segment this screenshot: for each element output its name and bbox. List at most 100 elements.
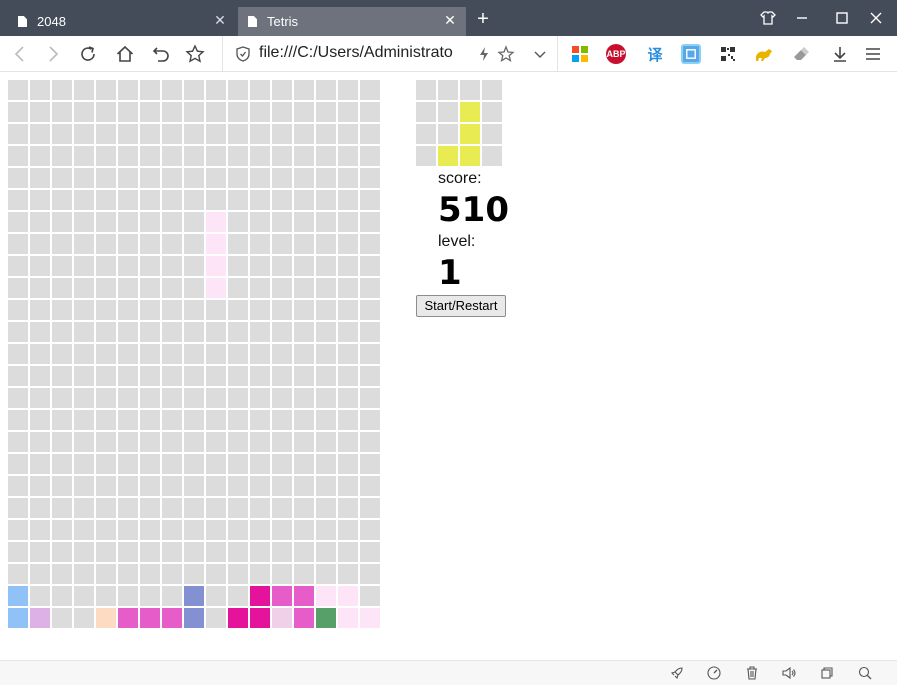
board-cell (206, 300, 226, 320)
board-cell (162, 476, 182, 496)
rocket-icon[interactable] (669, 665, 685, 681)
cheetah-icon[interactable] (754, 44, 774, 64)
board-cell (184, 168, 204, 188)
new-tab-button[interactable]: + (474, 9, 492, 29)
shield-icon[interactable] (233, 44, 253, 64)
board-cell (206, 80, 226, 100)
board-cell (74, 388, 94, 408)
board-cell (162, 102, 182, 122)
board-cell (316, 190, 336, 210)
next-piece-block (438, 146, 458, 166)
undo-close-icon[interactable] (151, 44, 171, 64)
qr-code-icon[interactable] (718, 44, 738, 64)
board-cell (184, 498, 204, 518)
minimize-icon[interactable] (792, 8, 812, 28)
board-cell (74, 256, 94, 276)
board-cell (206, 388, 226, 408)
board-cell (8, 124, 28, 144)
board-cell (250, 322, 270, 342)
favorite-star-icon[interactable] (185, 44, 205, 64)
board-cell (338, 146, 358, 166)
board-cell (316, 344, 336, 364)
lightning-icon[interactable] (474, 44, 494, 64)
board-cell (52, 322, 72, 342)
eraser-icon[interactable] (791, 44, 811, 64)
start-restart-button[interactable]: Start/Restart (416, 295, 506, 317)
board-cell (74, 344, 94, 364)
close-window-icon[interactable] (866, 8, 886, 28)
board-cell (360, 432, 380, 452)
status-bar (0, 660, 897, 685)
board-cell (74, 322, 94, 342)
tab-tetris[interactable]: Tetris ✕ (238, 7, 466, 36)
adblock-plus-icon[interactable]: ABP (606, 44, 626, 64)
chevron-down-icon[interactable] (530, 44, 550, 64)
address-bar[interactable]: file:///C:/Users/Administrato (222, 36, 558, 72)
board-cell (228, 278, 248, 298)
board-cell (294, 102, 314, 122)
board-cell (360, 388, 380, 408)
bookmark-star-icon[interactable] (496, 44, 516, 64)
reload-icon[interactable] (78, 44, 98, 64)
board-cell (228, 124, 248, 144)
window-restore-icon[interactable] (819, 665, 835, 681)
board-cell (52, 388, 72, 408)
board-cell (338, 278, 358, 298)
board-cell (162, 432, 182, 452)
board-cell (96, 146, 116, 166)
menu-icon[interactable] (863, 44, 883, 64)
close-tab-icon[interactable]: ✕ (444, 13, 456, 27)
home-icon[interactable] (115, 44, 135, 64)
board-cell (338, 124, 358, 144)
skin-shirt-icon[interactable] (758, 8, 778, 28)
board-cell (184, 542, 204, 562)
volume-icon[interactable] (781, 665, 797, 681)
trash-icon[interactable] (744, 665, 760, 681)
preview-cell (482, 124, 502, 144)
board-cell (162, 168, 182, 188)
board-cell (8, 80, 28, 100)
board-cell (30, 322, 50, 342)
score-label: score: (438, 170, 482, 187)
board-cell (272, 80, 292, 100)
board-cell (250, 388, 270, 408)
board-cell (30, 102, 50, 122)
board-cell (250, 190, 270, 210)
board-cell (96, 498, 116, 518)
board-cell (52, 542, 72, 562)
board-cell (228, 366, 248, 386)
board-cell (360, 520, 380, 540)
forward-icon[interactable] (43, 44, 63, 64)
board-cell (162, 410, 182, 430)
back-icon[interactable] (10, 44, 30, 64)
board-cell (74, 190, 94, 210)
board-cell (74, 564, 94, 584)
board-cell (184, 102, 204, 122)
board-cell (118, 322, 138, 342)
board-cell (184, 124, 204, 144)
board-cell (140, 234, 160, 254)
board-cell (184, 80, 204, 100)
download-icon[interactable] (830, 44, 850, 64)
board-cell (96, 278, 116, 298)
url-text[interactable]: file:///C:/Users/Administrato (259, 44, 467, 62)
preview-cell (416, 146, 436, 166)
board-cell (206, 498, 226, 518)
close-tab-icon[interactable]: ✕ (214, 13, 226, 27)
maximize-icon[interactable] (832, 8, 852, 28)
level-label: level: (438, 233, 476, 250)
screenshot-icon[interactable] (681, 44, 701, 64)
tab-2048[interactable]: 2048 ✕ (8, 7, 236, 36)
zoom-icon[interactable] (857, 665, 873, 681)
apps-grid-icon[interactable] (570, 44, 590, 64)
board-cell (96, 586, 116, 606)
speed-icon[interactable] (706, 665, 722, 681)
board-cell (30, 344, 50, 364)
board-cell (206, 366, 226, 386)
board-cell (96, 366, 116, 386)
preview-cell (482, 80, 502, 100)
board-cell (294, 498, 314, 518)
board-cell (294, 454, 314, 474)
board-cell (316, 564, 336, 584)
translate-icon[interactable]: 译 (645, 44, 665, 64)
